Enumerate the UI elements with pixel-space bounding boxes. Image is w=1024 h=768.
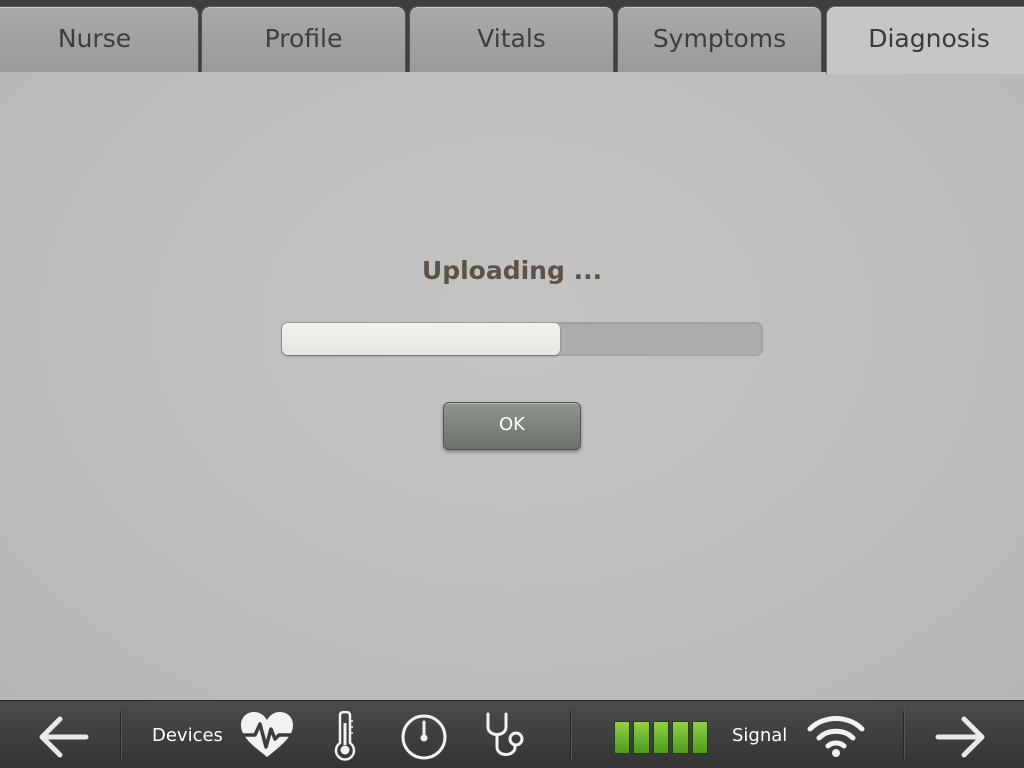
ok-button[interactable]: OK	[443, 402, 581, 450]
battery-cell	[672, 721, 689, 754]
divider	[570, 711, 571, 759]
arrow-right-icon[interactable]	[934, 715, 990, 763]
tab-bar: Nurse Profile Vitals Symptoms Diagnosis	[0, 0, 1024, 74]
diagnosis-panel: Uploading ... OK	[0, 72, 1024, 700]
tab-profile[interactable]: Profile	[201, 6, 406, 72]
battery-indicator	[614, 721, 709, 754]
tab-vitals[interactable]: Vitals	[409, 6, 614, 72]
bottom-status-bar: Devices Signal	[0, 700, 1024, 768]
thermometer-icon[interactable]	[332, 710, 358, 765]
arrow-left-icon[interactable]	[34, 715, 90, 763]
signal-label: Signal	[732, 725, 788, 746]
upload-status-text: Uploading ...	[421, 256, 603, 285]
app-screen: Nurse Profile Vitals Symptoms Diagnosis …	[0, 0, 1024, 768]
tab-diagnosis[interactable]: Diagnosis	[826, 6, 1024, 74]
heart-rate-icon[interactable]	[239, 711, 295, 765]
tab-symptoms[interactable]: Symptoms	[617, 6, 822, 72]
divider	[120, 711, 121, 759]
gauge-icon[interactable]	[400, 713, 448, 765]
battery-cell	[633, 721, 650, 754]
battery-cell	[614, 721, 631, 754]
upload-progress-fill	[282, 323, 561, 355]
battery-cell	[691, 721, 709, 754]
devices-label: Devices	[152, 725, 223, 746]
wifi-icon[interactable]	[806, 713, 866, 763]
tab-nurse[interactable]: Nurse	[0, 6, 199, 72]
stethoscope-icon[interactable]	[483, 711, 529, 767]
battery-cell	[652, 721, 670, 754]
divider	[903, 711, 904, 759]
upload-progress-bar	[281, 322, 763, 356]
